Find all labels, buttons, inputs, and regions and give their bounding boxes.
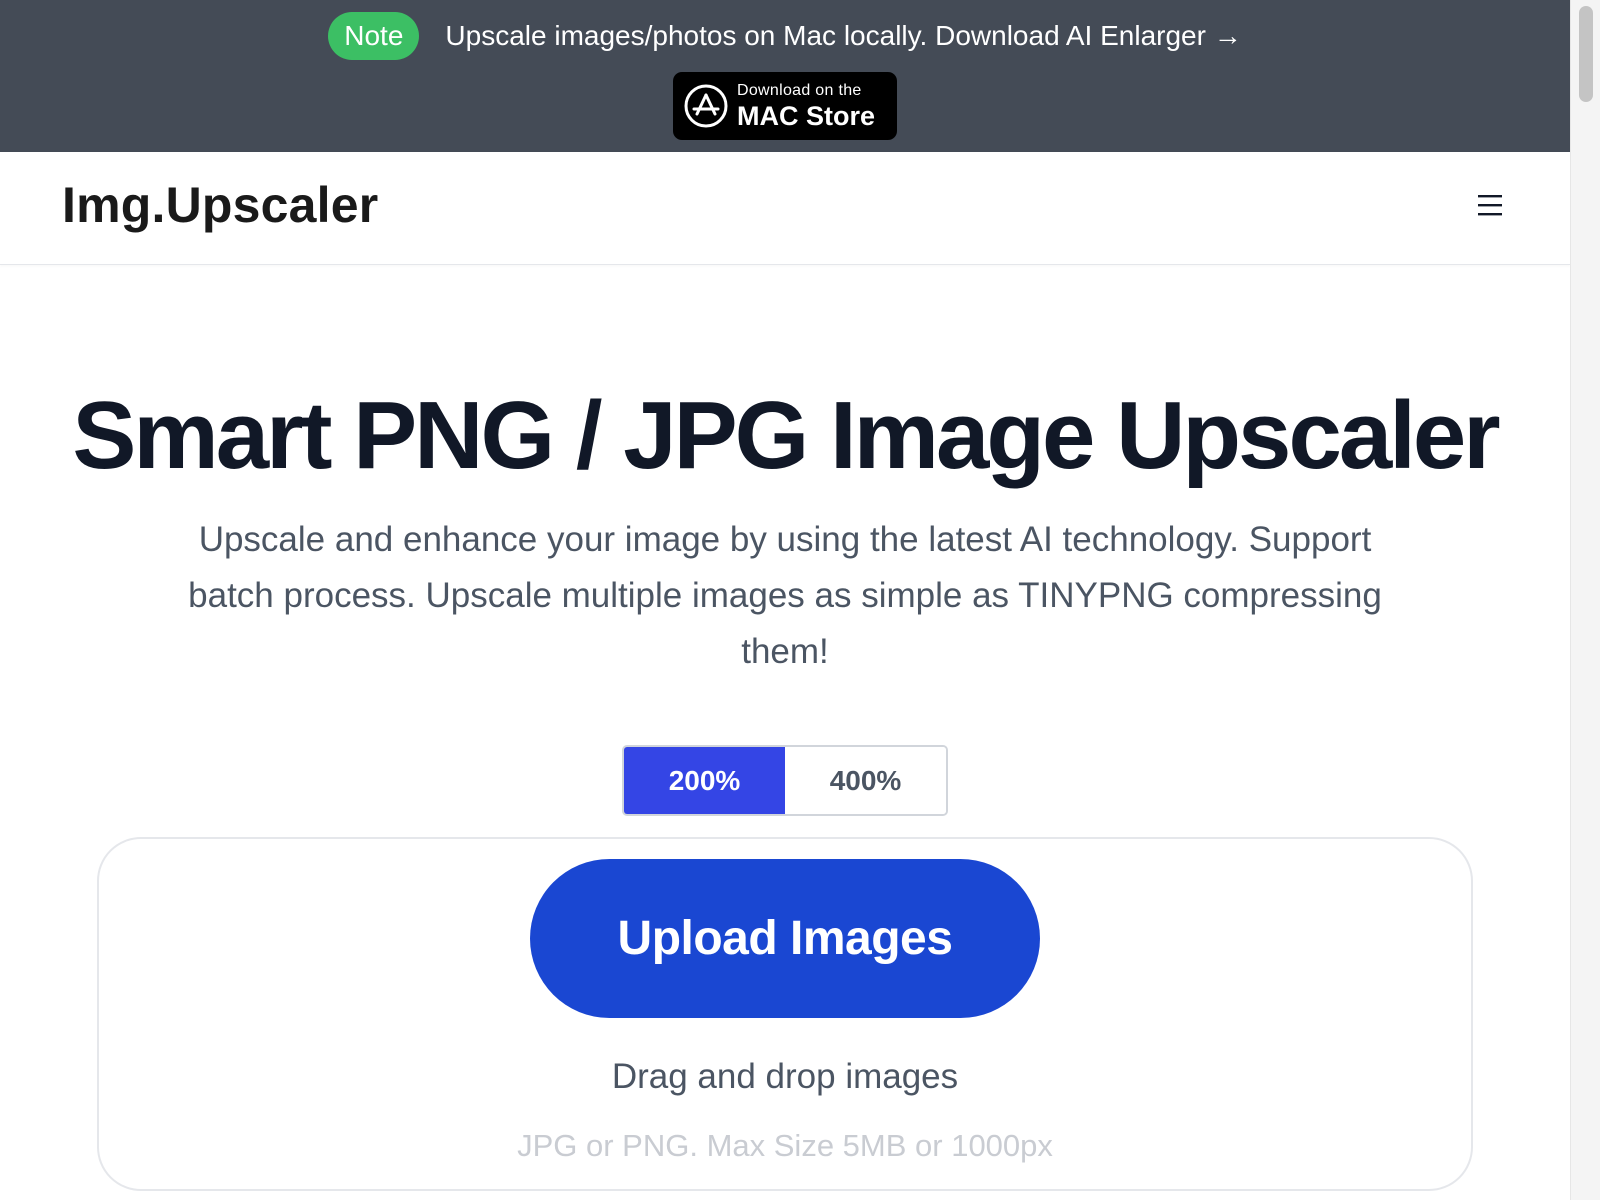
mac-store-button[interactable]: Download on the MAC Store [673, 72, 897, 140]
download-ai-enlarger-link[interactable]: Upscale images/photos on Mac locally. Do… [445, 20, 1241, 52]
page-title: Smart PNG / JPG Image Upscaler [72, 382, 1500, 489]
note-badge: Note [328, 12, 420, 60]
site-logo[interactable]: Img.Upscaler [62, 176, 378, 234]
upload-images-button[interactable]: Upload Images [530, 859, 1040, 1018]
store-small-text: Download on the [737, 81, 862, 99]
drag-drop-text: Drag and drop images [611, 1057, 959, 1096]
app-store-icon [684, 84, 728, 128]
store-text: Download on the MAC Store [737, 81, 876, 131]
page-subtitle: Upscale and enhance your image by using … [188, 520, 1382, 671]
hamburger-menu-icon[interactable] [1475, 192, 1505, 218]
upload-limits-text: JPG or PNG. Max Size 5MB or 1000px [517, 1128, 1053, 1163]
announcement-bar: Note Upscale images/photos on Mac locall… [0, 0, 1570, 152]
announcement-row: Note Upscale images/photos on Mac locall… [0, 11, 1570, 61]
scale-option-400[interactable]: 400% [785, 747, 946, 814]
site-header: Img.Upscaler [0, 152, 1570, 265]
scale-option-200[interactable]: 200% [624, 747, 785, 814]
store-big-text: MAC Store [737, 100, 876, 131]
page-scrollbar[interactable] [1570, 0, 1600, 1200]
scale-toggle: 200% 400% [622, 745, 948, 816]
scrollbar-thumb[interactable] [1579, 6, 1593, 102]
